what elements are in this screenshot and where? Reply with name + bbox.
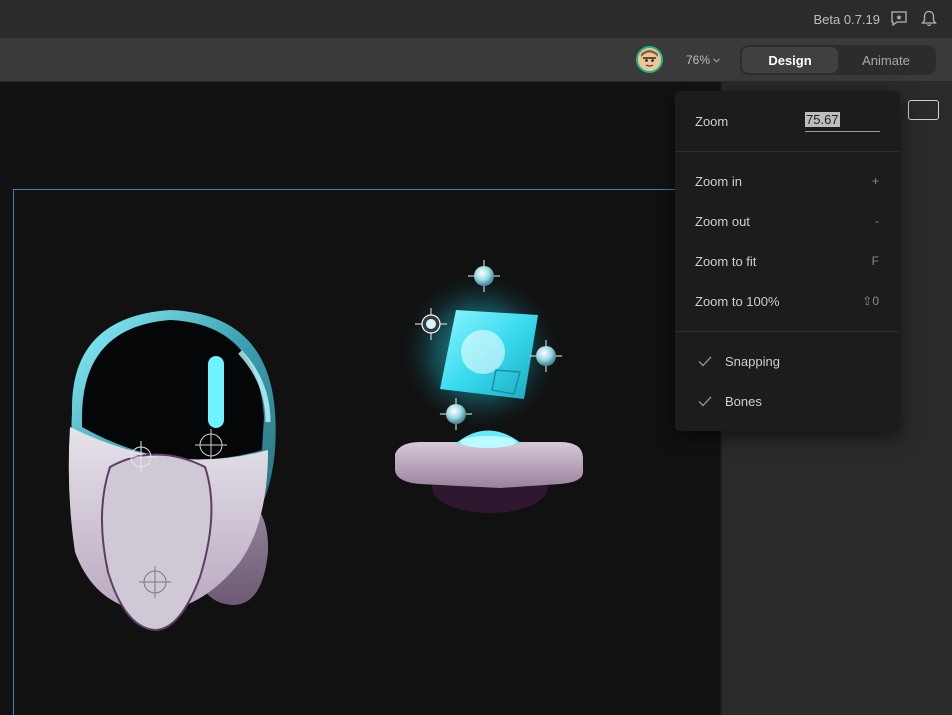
toggle-label: Bones: [725, 393, 762, 409]
zoom-input-row: Zoom 75.67: [675, 101, 900, 141]
menu-divider: [675, 331, 900, 332]
zoom-dropdown[interactable]: 76%: [686, 53, 720, 67]
menu-toggle-bones[interactable]: Bones: [675, 381, 900, 421]
frame-icon[interactable]: [908, 100, 939, 120]
zoom-input[interactable]: 75.67: [805, 112, 880, 132]
design-canvas[interactable]: [0, 82, 720, 715]
menu-item-label: Zoom to 100%: [695, 293, 780, 309]
shortcut-label: +: [871, 174, 879, 188]
top-bar: Beta 0.7.19: [0, 0, 952, 38]
zoom-input-value: 75.67: [805, 112, 840, 127]
bell-icon[interactable]: [921, 10, 937, 27]
zoom-input-label: Zoom: [695, 113, 729, 129]
tab-design[interactable]: Design: [742, 47, 838, 73]
shortcut-label: ⇧0: [862, 294, 879, 308]
menu-item-label: Zoom to fit: [695, 253, 757, 269]
avatar-face-icon: [638, 48, 661, 71]
artwork-scene: [68, 260, 584, 632]
version-label: Beta 0.7.19: [813, 12, 881, 27]
feedback-icon[interactable]: [891, 11, 907, 26]
shortcut-label: F: [871, 254, 879, 268]
toolbar: 76% Design Animate: [0, 38, 952, 82]
menu-item-zoom-out[interactable]: Zoom out -: [675, 201, 900, 241]
chevron-down-icon: [713, 57, 720, 63]
tab-animate[interactable]: Animate: [838, 47, 934, 73]
menu-item-label: Zoom out: [695, 213, 750, 229]
menu-item-zoom-to-fit[interactable]: Zoom to fit F: [675, 241, 900, 281]
user-avatar[interactable]: [636, 46, 663, 73]
zoom-menu: Zoom 75.67 Zoom in + Zoom out - Zoom to …: [675, 91, 900, 431]
checkmark-icon: [698, 356, 712, 367]
menu-item-zoom-in[interactable]: Zoom in +: [675, 161, 900, 201]
menu-item-label: Zoom in: [695, 173, 742, 189]
shortcut-label: -: [875, 214, 879, 228]
menu-toggle-snapping[interactable]: Snapping: [675, 341, 900, 381]
helmet-figure: [68, 310, 276, 632]
hologram-figure: [395, 260, 584, 513]
menu-item-zoom-100[interactable]: Zoom to 100% ⇧0: [675, 281, 900, 321]
toggle-label: Snapping: [725, 353, 780, 369]
menu-divider: [675, 151, 900, 152]
checkmark-icon: [698, 396, 712, 407]
zoom-level-label: 76%: [686, 53, 711, 67]
mode-switch: Design Animate: [740, 45, 936, 75]
